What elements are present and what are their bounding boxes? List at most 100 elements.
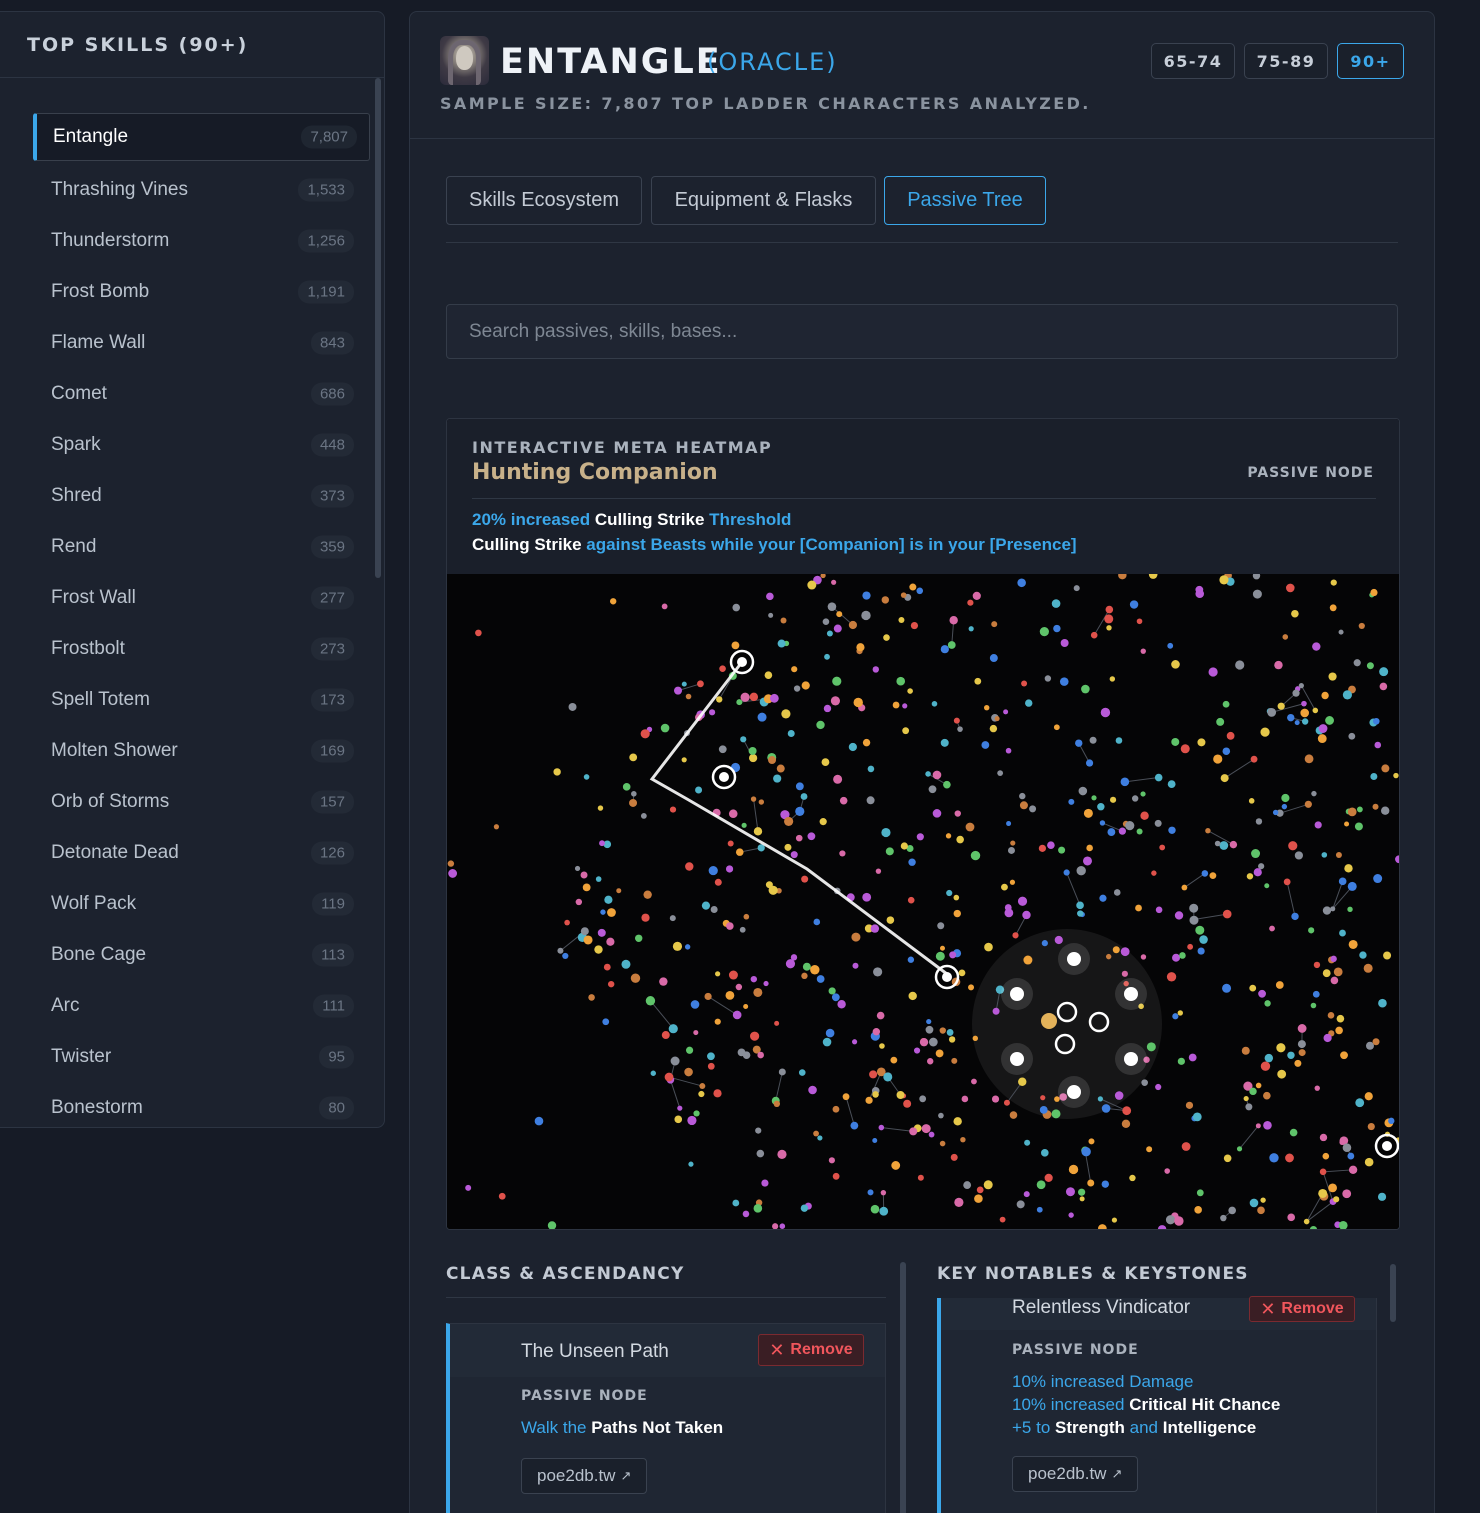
tree-node[interactable] xyxy=(932,770,942,780)
search-input[interactable] xyxy=(446,304,1398,359)
tree-node[interactable] xyxy=(1236,1146,1243,1152)
tree-node[interactable] xyxy=(802,962,811,971)
tree-node[interactable] xyxy=(1314,1085,1320,1091)
tree-node[interactable] xyxy=(957,726,963,732)
class-start-node[interactable] xyxy=(1124,987,1138,1001)
notables-section-scrollbar[interactable] xyxy=(1390,1264,1396,1322)
tree-node[interactable] xyxy=(1115,737,1123,744)
tree-node[interactable] xyxy=(1208,667,1218,677)
tree-node[interactable] xyxy=(1151,870,1157,876)
tree-node[interactable] xyxy=(1317,734,1327,743)
tree-node[interactable] xyxy=(1226,731,1235,740)
tree-node[interactable] xyxy=(1322,906,1332,915)
tree-node[interactable] xyxy=(981,741,990,749)
class-start-node[interactable] xyxy=(1010,987,1024,1001)
tree-node[interactable] xyxy=(1091,795,1097,801)
tree-node[interactable] xyxy=(641,913,650,922)
tree-node[interactable] xyxy=(1177,1010,1183,1016)
tree-node[interactable] xyxy=(896,1090,905,1099)
tab-passive-tree[interactable]: Passive Tree xyxy=(884,176,1046,225)
tree-node[interactable] xyxy=(808,1085,817,1095)
tree-node[interactable] xyxy=(970,850,981,861)
tree-node[interactable] xyxy=(1319,1168,1327,1176)
tree-node[interactable] xyxy=(1195,585,1204,594)
tree-node[interactable] xyxy=(607,980,615,988)
tree-node[interactable] xyxy=(582,883,591,892)
tree-node[interactable] xyxy=(1301,718,1309,725)
tree-node[interactable] xyxy=(839,850,846,857)
allocated-notable-node[interactable] xyxy=(942,972,952,982)
tree-node[interactable] xyxy=(631,791,637,797)
tree-node[interactable] xyxy=(740,736,747,743)
tree-node[interactable] xyxy=(816,975,825,983)
tree-node[interactable] xyxy=(1125,821,1135,831)
tree-node[interactable] xyxy=(1129,1174,1136,1182)
tree-node[interactable] xyxy=(1164,1168,1171,1174)
tree-node[interactable] xyxy=(774,1020,780,1026)
tree-node[interactable] xyxy=(1314,821,1322,829)
tree-node[interactable] xyxy=(967,599,974,606)
tree-node[interactable] xyxy=(1154,819,1162,827)
tree-node[interactable] xyxy=(1312,707,1319,714)
tree-node[interactable] xyxy=(779,1223,786,1229)
tree-node[interactable] xyxy=(1003,1099,1010,1106)
tree-node[interactable] xyxy=(1301,700,1307,707)
tree-node[interactable] xyxy=(1380,806,1390,815)
sidebar-item-spell-totem[interactable]: Spell Totem 173 xyxy=(0,674,374,725)
tree-node[interactable] xyxy=(823,704,832,713)
tree-node[interactable] xyxy=(785,959,796,969)
tree-node[interactable] xyxy=(972,1035,978,1042)
tree-node[interactable] xyxy=(732,1199,740,1207)
tree-node[interactable] xyxy=(1159,844,1166,851)
tree-node[interactable] xyxy=(913,1047,921,1054)
tree-node[interactable] xyxy=(1318,1188,1328,1198)
tree-node[interactable] xyxy=(1308,927,1315,934)
tree-node[interactable] xyxy=(1053,624,1061,633)
class-start-node[interactable] xyxy=(1067,1085,1081,1099)
tree-node[interactable] xyxy=(956,835,964,844)
tree-node[interactable] xyxy=(1300,708,1310,718)
tree-node[interactable] xyxy=(1104,614,1114,624)
tree-node[interactable] xyxy=(1325,716,1334,725)
tree-node[interactable] xyxy=(900,592,907,598)
tree-node[interactable] xyxy=(881,827,891,838)
tree-node[interactable] xyxy=(718,745,727,754)
tree-node[interactable] xyxy=(1297,1024,1307,1033)
tree-node[interactable] xyxy=(1222,747,1231,756)
tree-node[interactable] xyxy=(851,932,861,942)
tree-node[interactable] xyxy=(1303,1218,1310,1225)
tree-node[interactable] xyxy=(1021,680,1028,687)
tree-node[interactable] xyxy=(898,617,905,624)
tree-node[interactable] xyxy=(776,764,785,773)
tree-node[interactable] xyxy=(819,818,827,826)
tree-node[interactable] xyxy=(800,1204,809,1212)
tree-node[interactable] xyxy=(750,796,757,802)
tree-node[interactable] xyxy=(872,1091,879,1098)
tree-node[interactable] xyxy=(685,693,692,700)
tree-node[interactable] xyxy=(1310,1002,1317,1009)
tree-node[interactable] xyxy=(1294,720,1300,726)
tree-node[interactable] xyxy=(907,688,913,694)
tree-node[interactable] xyxy=(580,927,589,936)
tree-node[interactable] xyxy=(1075,739,1083,747)
tree-node[interactable] xyxy=(562,952,569,960)
tree-node[interactable] xyxy=(1196,1189,1204,1197)
tree-node[interactable] xyxy=(1078,786,1088,796)
tree-node[interactable] xyxy=(755,1127,762,1134)
tree-node[interactable] xyxy=(963,1181,972,1189)
tree-node[interactable] xyxy=(1330,955,1337,963)
tree-node[interactable] xyxy=(928,785,937,794)
tree-node[interactable] xyxy=(1140,811,1149,820)
tree-node[interactable] xyxy=(1330,579,1337,586)
tree-node[interactable] xyxy=(1250,755,1258,763)
tree-node[interactable] xyxy=(816,720,825,730)
tree-node[interactable] xyxy=(773,1100,781,1108)
tree-node[interactable] xyxy=(547,1221,557,1229)
tree-node[interactable] xyxy=(564,919,570,926)
tree-node[interactable] xyxy=(1318,724,1328,733)
tree-node[interactable] xyxy=(1087,1179,1095,1187)
tree-node[interactable] xyxy=(869,1070,878,1079)
tree-node[interactable] xyxy=(1374,741,1382,749)
tree-node[interactable] xyxy=(1009,879,1016,885)
tree-node[interactable] xyxy=(826,630,833,637)
